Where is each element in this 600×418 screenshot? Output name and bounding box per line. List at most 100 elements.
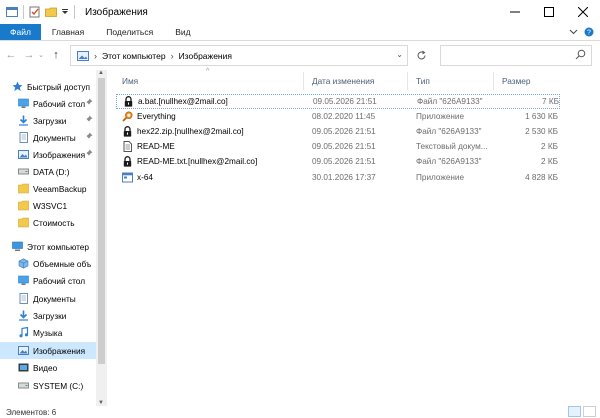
music-icon xyxy=(18,326,29,338)
new-folder-icon[interactable] xyxy=(45,6,57,18)
file-row[interactable]: READ-ME 09.05.2026 21:51 Текстовый докум..… xyxy=(116,139,560,154)
view-toggle xyxy=(568,406,596,417)
large-icons-view-icon[interactable] xyxy=(583,406,596,417)
sidebar-item[interactable]: Музыка xyxy=(0,324,96,341)
breadcrumb-this-pc[interactable]: Этот компьютер xyxy=(102,51,166,61)
folder-icon xyxy=(18,183,29,194)
file-row[interactable]: Everything 08.02.2020 11:45 Приложение 1 63… xyxy=(116,109,560,124)
navigation-scrollbar[interactable]: ▲ ▼ xyxy=(96,70,107,406)
sidebar-item-label: DATA (D:) xyxy=(33,166,70,177)
file-row[interactable]: a.bat.[nullhex@2mail.co] 09.05.2026 21:51… xyxy=(116,94,560,109)
sidebar-item[interactable]: Изображения xyxy=(0,342,96,359)
sidebar-item[interactable]: Загрузки xyxy=(0,112,96,129)
minimize-icon[interactable] xyxy=(498,0,532,24)
file-date: 08.02.2020 11:45 xyxy=(312,112,376,121)
explorer-window-icon[interactable] xyxy=(6,6,18,18)
sidebar-item-label: Этот компьютер xyxy=(27,241,90,252)
scrollbar-thumb[interactable] xyxy=(98,78,105,364)
details-view-icon[interactable] xyxy=(568,406,581,417)
file-size: 2 КБ xyxy=(541,142,558,151)
sidebar-item[interactable]: Рабочий стол xyxy=(0,272,96,289)
search-input[interactable] xyxy=(440,45,592,66)
sidebar-item-label: Загрузки xyxy=(33,310,67,321)
scroll-up-icon[interactable]: ▲ xyxy=(98,70,104,76)
sidebar-item-label: Объемные объ xyxy=(33,258,92,269)
drive-icon xyxy=(18,166,29,177)
file-list: Имя ^ Дата изменения Тип Размер a.bat.[n… xyxy=(114,68,600,406)
customize-toolbar-icon[interactable] xyxy=(61,6,69,18)
tab-file[interactable]: Файл xyxy=(0,24,41,40)
text-file-icon xyxy=(122,141,133,152)
address-dropdown-icon[interactable]: ⌄ xyxy=(396,50,403,59)
tab-view[interactable]: Вид xyxy=(164,24,201,40)
sidebar-item-label: Документы xyxy=(33,293,76,304)
sidebar-item[interactable]: SYSTEM (C:) xyxy=(0,377,96,394)
column-header-type[interactable]: Тип xyxy=(408,72,494,90)
navigation-pane: Быстрый доступ Рабочий стол Загрузки Докуме… xyxy=(0,70,96,406)
lock-icon xyxy=(122,156,133,167)
file-name-cell: a.bat.[nullhex@2mail.co] xyxy=(123,96,228,107)
tab-share[interactable]: Поделиться xyxy=(95,24,164,40)
sidebar-item[interactable]: Этот компьютер xyxy=(0,238,96,255)
sidebar-item[interactable]: Изображения xyxy=(0,146,96,163)
file-type: Файл "626A9133" xyxy=(417,97,483,106)
sort-ascending-icon: ^ xyxy=(206,68,210,75)
file-date: 09.05.2026 21:51 xyxy=(312,127,376,136)
sidebar-item[interactable]: Объемные объ xyxy=(0,255,96,272)
sidebar-item[interactable]: VeeamBackup xyxy=(0,180,96,197)
file-row[interactable]: x-64 30.01.2026 17:37 Приложение 4 828 КБ xyxy=(116,170,560,185)
forward-arrow-icon[interactable]: → xyxy=(22,49,36,61)
sidebar-item[interactable]: Документы xyxy=(0,290,96,307)
maximize-icon[interactable] xyxy=(532,0,566,24)
back-arrow-icon[interactable]: ← xyxy=(4,49,18,61)
sidebar-item[interactable]: DATA (D:) xyxy=(0,163,96,180)
sidebar-item[interactable]: Загрузки xyxy=(0,307,96,324)
refresh-icon[interactable] xyxy=(410,45,432,66)
file-date: 09.05.2026 21:51 xyxy=(312,157,376,166)
recent-locations-chevron-icon[interactable]: ⌄ xyxy=(37,51,45,59)
sidebar-item[interactable]: Видео xyxy=(0,359,96,376)
drive-icon xyxy=(18,380,29,391)
close-icon[interactable] xyxy=(566,0,600,24)
up-arrow-icon[interactable]: ↑ xyxy=(49,49,63,61)
sidebar-item-label: Загрузки xyxy=(33,115,67,126)
properties-icon[interactable] xyxy=(29,6,41,18)
pin-icon xyxy=(86,132,93,141)
column-header-date[interactable]: Дата изменения xyxy=(304,72,408,90)
item-count: Элементов: 6 xyxy=(6,407,57,417)
file-name-cell: x-64 xyxy=(122,172,153,183)
file-name-cell: hex22.zip.[nullhex@2mail.co] xyxy=(122,126,244,137)
tab-home[interactable]: Главная xyxy=(41,24,95,40)
expand-ribbon-icon[interactable] xyxy=(569,27,578,38)
file-name: Everything xyxy=(137,112,176,121)
file-row[interactable]: READ-ME.txt.[nullhex@2mail.co] 09.05.2026… xyxy=(116,154,560,169)
pin-icon xyxy=(86,115,93,124)
file-type: Текстовый докум... xyxy=(416,142,488,151)
breadcrumb-separator: › xyxy=(94,50,97,61)
file-type: Приложение xyxy=(416,112,465,121)
sidebar-item[interactable]: Быстрый доступ xyxy=(0,78,96,95)
ribbon-right-controls: ? xyxy=(569,26,594,39)
computer-icon xyxy=(12,241,23,252)
sidebar-item-label: VeeamBackup xyxy=(33,183,87,194)
help-icon[interactable]: ? xyxy=(584,27,594,39)
sidebar-item-label: Стоимость xyxy=(33,217,75,228)
pin-icon xyxy=(86,98,93,107)
file-size: 2 530 КБ xyxy=(525,127,558,136)
column-header-name[interactable]: Имя ^ xyxy=(114,68,304,90)
sidebar-item[interactable]: W3SVC1 xyxy=(0,197,96,214)
breadcrumb-pictures[interactable]: Изображения xyxy=(179,51,232,61)
sidebar-item[interactable]: Стоимость xyxy=(0,214,96,231)
folder-icon xyxy=(18,200,29,211)
address-row: ← → ⌄ ↑ › Этот компьютер › Изображения ⌄ xyxy=(0,42,600,68)
sidebar-item-label: Музыка xyxy=(33,327,63,338)
address-bar[interactable]: › Этот компьютер › Изображения ⌄ xyxy=(70,45,408,66)
sidebar-item[interactable]: Документы xyxy=(0,129,96,146)
title-separator xyxy=(23,5,24,19)
file-row[interactable]: hex22.zip.[nullhex@2mail.co] 09.05.2026 2… xyxy=(116,124,560,139)
sidebar-item[interactable]: Рабочий стол xyxy=(0,95,96,112)
status-bar: Элементов: 6 xyxy=(0,406,600,418)
documents-icon xyxy=(18,132,29,143)
sidebar-item-label: Изображения xyxy=(33,345,86,356)
column-header-size[interactable]: Размер xyxy=(494,72,560,90)
